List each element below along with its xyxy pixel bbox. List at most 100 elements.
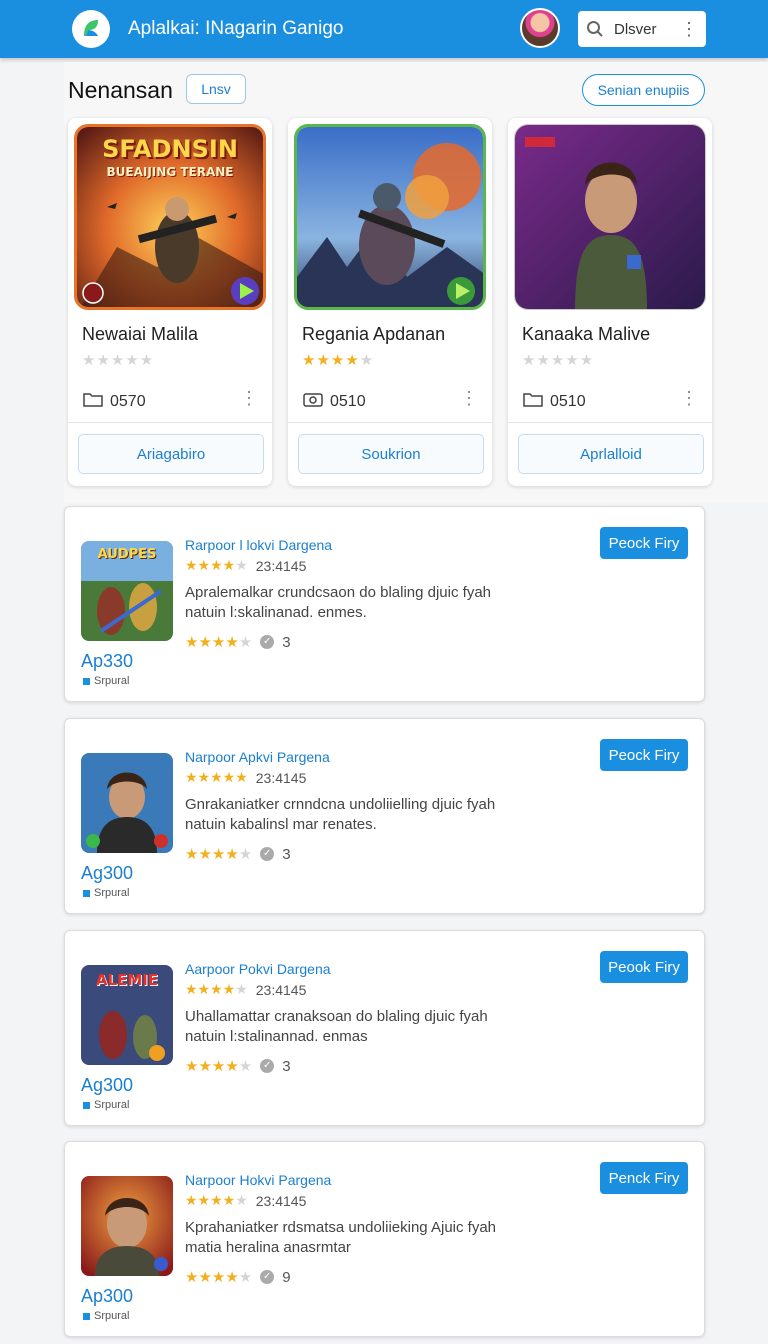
see-all-button[interactable]: Senian enupiis [582, 74, 705, 106]
count-value: 0510 [330, 392, 366, 410]
secondary-rating: ★★★★★ ✓ 3 [185, 1057, 291, 1076]
check-icon: ✓ [260, 1270, 275, 1284]
featured-card[interactable]: SFADNSIN BUEAIJING TERANE Newaiai Malila… [68, 118, 272, 486]
description: Uhallamattar cranaksoan do blaling djuic… [185, 1008, 488, 1045]
star-rating: ★★★★★ [185, 769, 248, 785]
developer-name[interactable]: Aarpoor Pokvi Dargena [185, 961, 331, 977]
card-action-button[interactable]: Soukrion [298, 434, 484, 474]
folder-icon [302, 390, 324, 413]
support-badge: Srpural [83, 1099, 129, 1111]
star-rating: ★★★★★ [302, 352, 375, 369]
size-value: 23:4145 [255, 1192, 307, 1209]
count-value: 0570 [110, 392, 146, 410]
download-count: 0510 [302, 390, 366, 413]
rating-line: ★★★★★ 23:4145 [185, 1192, 306, 1209]
game-artwork: SFADNSIN BUEAIJING TERANE [74, 124, 266, 310]
secondary-rating: ★★★★★ ✓ 3 [185, 845, 291, 864]
card-action-button[interactable]: Ariagabiro [78, 434, 264, 474]
rating-line: ★★★★★ 23:4145 [185, 557, 306, 574]
install-button[interactable]: Penck Firy [600, 1162, 688, 1194]
count-value: 0510 [550, 392, 586, 410]
install-button[interactable]: Peock Firy [600, 527, 688, 559]
star-rating: ★★★★★ [185, 557, 248, 573]
search-icon [587, 21, 603, 37]
install-button[interactable]: Peock Firy [600, 739, 688, 771]
list-item[interactable]: ALEMIE Aarpoor Pokvi Dargena ★★★★★ 23:41… [64, 930, 705, 1126]
folder-icon [522, 390, 544, 413]
divider [508, 422, 712, 423]
description: Apralemalkar crundcsaon do blaling djuic… [185, 584, 492, 621]
card-action-button[interactable]: Aprlalloid [518, 434, 704, 474]
secondary-rating: ★★★★★ ✓ 3 [185, 633, 291, 652]
star-rating: ★★★★★ [185, 981, 248, 997]
check-icon: ✓ [260, 1059, 275, 1073]
rating-count: 9 [282, 1268, 291, 1286]
rating-line: ★★★★★ 23:4145 [185, 769, 306, 786]
artwork-subtitle: BUEAIJING TERANE [106, 165, 234, 179]
description: Kprahaniatker rdsmatsa undoliieking Ajui… [185, 1219, 497, 1256]
app-logo-icon[interactable] [72, 10, 110, 48]
featured-card[interactable]: Kanaaka Malive ★★★★★ 0510 ⋮ Aprlalloid [508, 118, 712, 486]
filter-chip[interactable]: Lnsv [186, 74, 246, 104]
user-avatar[interactable] [520, 8, 560, 48]
support-badge: Srpural [83, 675, 129, 687]
price: Ag300 [81, 1075, 134, 1095]
developer-name[interactable]: Narpoor Hokvi Pargena [185, 1172, 331, 1188]
size-value: 23:4145 [255, 769, 307, 786]
thumbnail-title: ALEMIE [95, 971, 159, 989]
game-name: Newaiai Malila [82, 324, 199, 344]
game-name: Regania Apdanan [302, 324, 446, 344]
search-field[interactable]: Dlsver ⋮ [578, 11, 706, 47]
divider [288, 422, 492, 423]
support-label: Srpural [94, 675, 130, 687]
install-button[interactable]: Peook Firy [600, 951, 688, 983]
support-label: Srpural [94, 1099, 130, 1111]
featured-card[interactable]: Regania Apdanan ★★★★★ 0510 ⋮ Soukrion [288, 118, 492, 486]
download-count: 0570 [82, 390, 146, 413]
size-value: 23:4145 [255, 557, 307, 574]
list-item[interactable]: AUDPES Rarpoor l lokvi Dargena ★★★★★ 23:… [64, 506, 705, 702]
rating-count: 3 [282, 845, 291, 863]
price: Ap330 [81, 651, 134, 671]
divider [68, 422, 272, 423]
game-artwork [294, 124, 486, 310]
list-item[interactable]: Narpoor Apkvi Pargena ★★★★★ 23:4145 Gnra… [64, 718, 705, 914]
section-title: Nenansan [68, 77, 173, 103]
rating-count: 3 [282, 633, 291, 651]
price: Ap300 [81, 1286, 134, 1306]
description: Gnrakaniatker crnndcna undoliielling dju… [185, 796, 496, 833]
star-rating: ★★★★★ [522, 352, 595, 369]
folder-icon [82, 390, 104, 413]
search-label: Dlsver [614, 20, 657, 38]
game-thumbnail: AUDPES [81, 541, 173, 641]
artwork-title: SFADNSIN [102, 135, 238, 163]
game-artwork [514, 124, 706, 310]
kebab-icon[interactable]: ⋮ [460, 388, 478, 409]
support-label: Srpural [94, 1310, 130, 1322]
list-item[interactable]: Narpoor Hokvi Pargena ★★★★★ 23:4145 Kpra… [64, 1141, 705, 1337]
app-title: Aplalkai: INagarin Ganigo [128, 18, 344, 39]
size-value: 23:4145 [255, 981, 307, 998]
game-thumbnail [81, 1176, 173, 1276]
thumbnail-title: AUDPES [97, 547, 157, 562]
rating-line: ★★★★★ 23:4145 [185, 981, 306, 998]
developer-name[interactable]: Narpoor Apkvi Pargena [185, 749, 330, 765]
game-name: Kanaaka Malive [522, 324, 651, 344]
secondary-rating: ★★★★★ ✓ 9 [185, 1268, 291, 1287]
developer-name[interactable]: Rarpoor l lokvi Dargena [185, 537, 332, 553]
star-rating: ★★★★★ [185, 1192, 248, 1208]
download-count: 0510 [522, 390, 586, 413]
check-icon: ✓ [260, 635, 275, 649]
kebab-icon[interactable]: ⋮ [680, 20, 698, 38]
support-badge: Srpural [83, 887, 129, 899]
kebab-icon[interactable]: ⋮ [680, 388, 698, 409]
kebab-icon[interactable]: ⋮ [240, 388, 258, 409]
rating-count: 3 [282, 1057, 291, 1075]
support-badge: Srpural [83, 1310, 129, 1322]
support-label: Srpural [94, 887, 130, 899]
top-app-bar: Aplalkai: INagarin Ganigo Dlsver ⋮ [0, 0, 768, 58]
game-thumbnail: ALEMIE [81, 965, 173, 1065]
star-rating: ★★★★★ [82, 352, 155, 369]
price: Ag300 [81, 863, 134, 883]
game-thumbnail [81, 753, 173, 853]
